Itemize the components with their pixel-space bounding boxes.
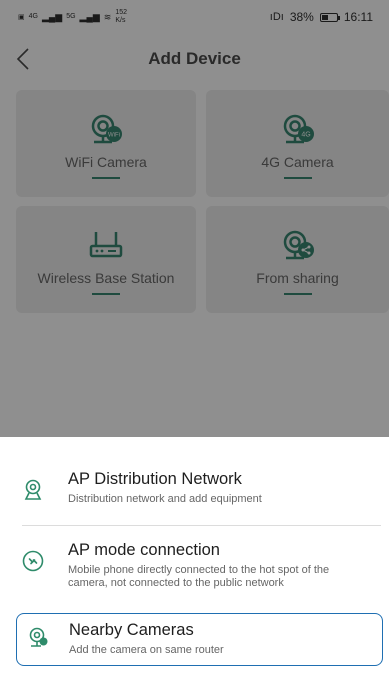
status-left: ▣ 4G ▂▄▆ 5G ▂▄▆ ≋ 152 K/s: [18, 9, 127, 25]
share-camera-icon: [283, 230, 314, 260]
tile-label: WiFi Camera: [65, 154, 147, 170]
clock: 16:11: [343, 10, 373, 24]
vibrate-icon: ıDı: [269, 11, 284, 23]
speed-unit: K/s: [115, 17, 126, 24]
status-bar: ▣ 4G ▂▄▆ 5G ▂▄▆ ≋ 152 K/s ıDı 38% 16:11: [0, 0, 389, 34]
bottom-sheet: AP Distribution Network Distribution net…: [0, 437, 389, 691]
option-description: Distribution network and add equipment: [68, 493, 262, 505]
signal-icon: ▂▄▆: [41, 11, 63, 22]
option-title: AP mode connection: [68, 541, 220, 559]
ap-network-icon: [24, 479, 42, 500]
chevron-left-icon: [16, 48, 29, 70]
sim-icon: ▣: [18, 13, 25, 21]
option-description: Mobile phone directly connected to the h…: [68, 564, 330, 589]
wifi-badge: WiFi: [108, 133, 120, 139]
nearby-camera-icon: [29, 627, 48, 647]
option-title: Nearby Cameras: [69, 621, 194, 639]
wifi-icon: ≋: [103, 11, 112, 22]
speed-value: 152: [115, 9, 128, 16]
option-text: AP mode connection Mobile phone directly…: [68, 540, 368, 590]
base-station-icon: [89, 232, 123, 258]
network-speed: 152 K/s: [115, 9, 127, 25]
back-button[interactable]: [10, 46, 36, 72]
tile-wifi-camera[interactable]: WiFi WiFi Camera: [16, 90, 196, 197]
tile-label: From sharing: [256, 270, 339, 286]
option-ap-mode-connection[interactable]: AP mode connection Mobile phone directly…: [22, 540, 381, 590]
tile-wireless-base-station[interactable]: Wireless Base Station: [16, 206, 196, 313]
status-right: ıDı 38% 16:11: [270, 10, 373, 24]
signal-icon-2: ▂▄▆: [79, 11, 100, 22]
battery-fill: [321, 14, 328, 20]
link-icon: [22, 550, 44, 572]
wifi-camera-icon: WiFi: [91, 114, 122, 144]
header: Add Device: [0, 34, 389, 84]
option-description: Add the camera on same router: [69, 644, 224, 656]
option-text: AP Distribution Network Distribution net…: [68, 469, 262, 506]
option-nearby-cameras[interactable]: Nearby Cameras Add the camera on same ro…: [16, 613, 383, 666]
tile-underline: [92, 293, 120, 295]
signal-4g-label: 4G: [28, 13, 38, 20]
divider: [22, 525, 381, 526]
battery-icon: [319, 12, 340, 22]
option-ap-distribution-network[interactable]: AP Distribution Network Distribution net…: [22, 469, 381, 506]
option-title: AP Distribution Network: [68, 470, 242, 488]
tile-label: Wireless Base Station: [37, 270, 175, 286]
tile-underline: [92, 177, 120, 179]
tile-label: 4G Camera: [261, 154, 334, 170]
battery-percent: 38%: [289, 10, 314, 24]
page-title: Add Device: [148, 49, 241, 68]
4g-badge: 4G: [301, 132, 310, 139]
tile-4g-camera[interactable]: 4G 4G Camera: [206, 90, 389, 197]
tile-from-sharing[interactable]: From sharing: [206, 206, 389, 313]
tile-underline: [283, 293, 312, 295]
option-text: Nearby Cameras Add the camera on same ro…: [69, 620, 224, 657]
signal-5g-label: 5G: [66, 13, 76, 20]
4g-camera-icon: 4G: [283, 114, 314, 144]
tile-underline: [283, 177, 312, 179]
